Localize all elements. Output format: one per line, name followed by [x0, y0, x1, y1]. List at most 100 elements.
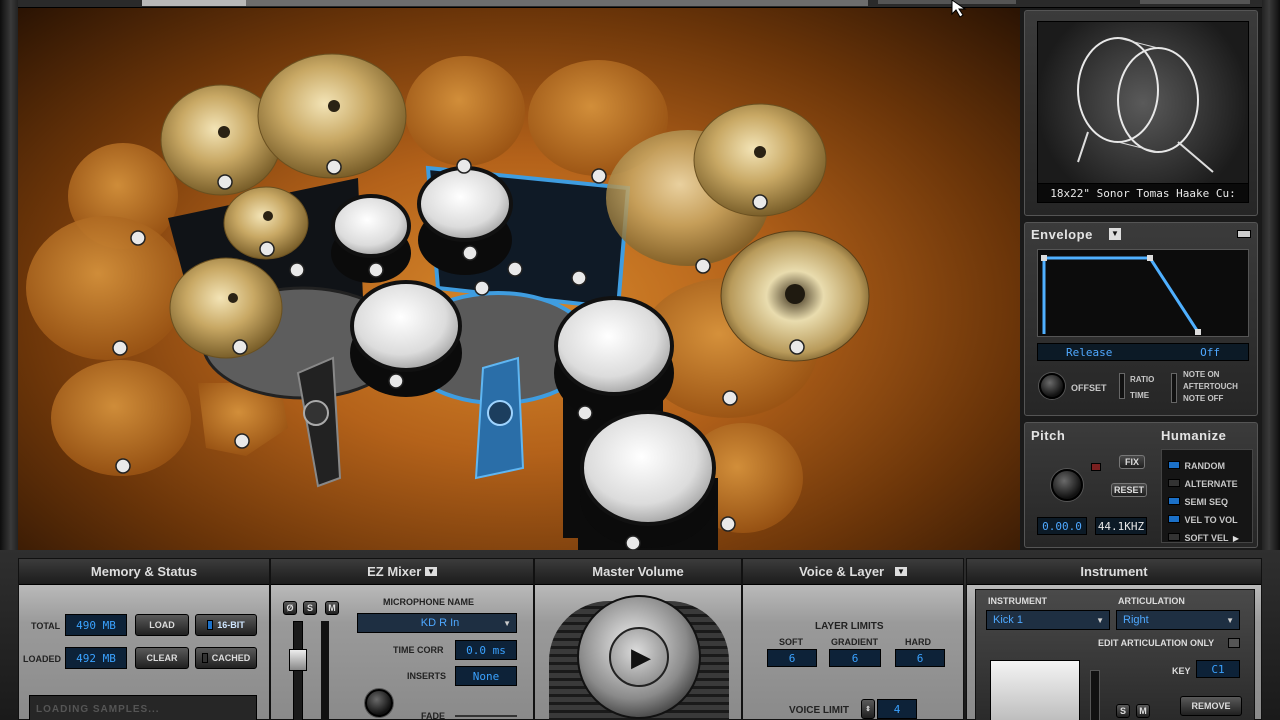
instrument-mute-button[interactable]: M — [1136, 704, 1150, 718]
total-value: 490 MB — [65, 614, 127, 636]
tom-2[interactable] — [417, 166, 513, 275]
cymbal-hihat[interactable] — [169, 257, 283, 359]
collapse-icon[interactable] — [1237, 230, 1251, 238]
16-bit-button[interactable]: 16-BIT — [195, 614, 257, 636]
ghost-cymbal[interactable] — [405, 56, 525, 166]
offset-label: OFFSET — [1071, 383, 1107, 393]
ghost-cymbal[interactable] — [26, 216, 186, 360]
envelope-curve[interactable] — [1038, 250, 1250, 338]
pitch-fix-button[interactable]: FIX — [1119, 455, 1145, 469]
pitch-value[interactable]: 0.00.0 — [1037, 517, 1087, 535]
clear-button[interactable]: CLEAR — [135, 647, 189, 669]
cymbal-ride-top[interactable] — [257, 53, 407, 179]
voice-header: Voice & Layer ▼ — [743, 559, 963, 585]
time-corr-label: TIME CORR — [393, 645, 444, 655]
loaded-label: LOADED — [23, 654, 61, 664]
key-value[interactable]: C1 — [1196, 660, 1240, 678]
load-button[interactable]: LOAD — [135, 614, 189, 636]
phase-button[interactable]: Ø — [283, 601, 297, 615]
instrument-pad[interactable] — [990, 660, 1080, 720]
release-label: Release — [1066, 345, 1113, 359]
mixer-title: EZ Mixer — [367, 564, 422, 579]
articulation-label: ARTICULATION — [1118, 596, 1185, 606]
drum-kit-graphic — [26, 53, 870, 550]
hard-label: HARD — [905, 637, 931, 647]
pitch-knob[interactable] — [1051, 469, 1083, 501]
humanize-semi-seq[interactable]: SEMI SEQ — [1168, 492, 1228, 510]
articulation-value: Right — [1123, 614, 1149, 626]
fade-slider[interactable] — [455, 715, 517, 717]
trigger-switch[interactable] — [1171, 373, 1177, 403]
mixer-header: EZ Mixer ▼ — [271, 559, 533, 585]
instrument-label: INSTRUMENT — [988, 596, 1047, 606]
hard-value[interactable]: 6 — [895, 649, 945, 667]
chevron-down-icon: ▼ — [503, 618, 511, 628]
humanize-soft-vel[interactable]: SOFT VEL ▶ — [1168, 528, 1239, 546]
kick-pedal-right[interactable] — [474, 356, 525, 480]
soft-label: SOFT — [779, 637, 803, 647]
inserts-value[interactable]: None — [455, 666, 517, 686]
cached-led — [201, 653, 208, 663]
microphone-select[interactable]: KD R In ▼ — [357, 613, 517, 633]
instrument-volume-slider[interactable] — [1090, 670, 1100, 720]
time-label: TIME — [1130, 391, 1150, 400]
articulation-select[interactable]: Right ▼ — [1116, 610, 1240, 630]
pitch-reset-button[interactable]: RESET — [1111, 483, 1147, 497]
pan-knob[interactable] — [365, 689, 393, 717]
preset-bar[interactable] — [246, 0, 868, 6]
envelope-menu-icon[interactable]: ▼ — [1109, 228, 1121, 240]
humanize-options: RANDOM ALTERNATE SEMI SEQ VEL TO VOL SOF… — [1161, 449, 1253, 543]
voice-menu-icon[interactable]: ▼ — [894, 567, 907, 576]
memory-status-panel: Memory & Status TOTAL 490 MB LOADED 492 … — [18, 558, 270, 720]
gradient-label: GRADIENT — [831, 637, 878, 647]
instrument-solo-button[interactable]: S — [1116, 704, 1130, 718]
solo-button[interactable]: S — [303, 601, 317, 615]
kit-piece-preview-panel: 18x22" Sonor Tomas Haake Cu: — [1024, 10, 1258, 216]
pitch-humanize-panel: Pitch Humanize FIX RESET 0.00.0 44.1KHZ … — [1024, 422, 1258, 548]
mixer-menu-icon[interactable]: ▼ — [424, 567, 437, 576]
voice-limit-stepper[interactable]: ⇕ — [861, 699, 875, 719]
preset-tab-active[interactable] — [142, 0, 246, 6]
humanize-alternate[interactable]: ALTERNATE — [1168, 474, 1238, 492]
edit-articulation-checkbox[interactable] — [1228, 638, 1240, 648]
memory-title: Memory & Status — [19, 559, 269, 585]
chevron-right-icon[interactable]: ▶ — [1233, 534, 1239, 543]
sample-rate: 44.1KHZ — [1095, 517, 1147, 535]
pitch-title: Pitch — [1031, 428, 1066, 443]
envelope-panel: Envelope ▼ Release Off OFFSET RATIO TIME… — [1024, 222, 1258, 416]
envelope-title: Envelope — [1031, 227, 1093, 242]
offset-knob[interactable] — [1039, 373, 1065, 399]
envelope-graph[interactable] — [1037, 249, 1249, 337]
ratio-time-switch[interactable] — [1119, 373, 1125, 399]
voice-limit-value[interactable]: 4 — [877, 699, 917, 719]
mic-name-label: MICROPHONE NAME — [383, 597, 475, 607]
remove-button[interactable]: REMOVE — [1180, 696, 1242, 716]
channel-fader-handle[interactable] — [289, 649, 307, 671]
toolbar-button[interactable] — [1140, 0, 1250, 4]
release-display[interactable]: Release Off — [1037, 343, 1249, 361]
floor-tom-1[interactable] — [554, 296, 674, 421]
floor-tom-2[interactable] — [580, 410, 716, 548]
play-button[interactable]: ▶ — [609, 627, 669, 687]
gradient-value[interactable]: 6 — [829, 649, 881, 667]
humanize-title: Humanize — [1161, 428, 1227, 443]
drum-kit-stage[interactable] — [18, 8, 1020, 550]
mute-button[interactable]: M — [325, 601, 339, 615]
soft-value[interactable]: 6 — [767, 649, 817, 667]
16-bit-led — [207, 620, 214, 630]
snare-drum[interactable] — [350, 280, 462, 397]
fade-label: FADE — [421, 711, 446, 720]
humanize-vel-to-vol[interactable]: VEL TO VOL — [1168, 510, 1238, 528]
humanize-random[interactable]: RANDOM — [1168, 456, 1225, 474]
mouse-cursor-icon — [951, 0, 967, 18]
play-icon: ▶ — [631, 641, 651, 672]
toolbar-button[interactable] — [878, 0, 1016, 4]
top-toolbar — [0, 0, 1280, 8]
total-label: TOTAL — [31, 621, 61, 631]
time-corr-value[interactable]: 0.0 ms — [455, 640, 517, 660]
kick-pedal-left[interactable] — [296, 356, 342, 488]
cached-button[interactable]: CACHED — [195, 647, 257, 669]
pitch-led — [1091, 463, 1101, 471]
instrument-select[interactable]: Kick 1 ▼ — [986, 610, 1110, 630]
bottom-panel: Memory & Status TOTAL 490 MB LOADED 492 … — [0, 550, 1280, 720]
